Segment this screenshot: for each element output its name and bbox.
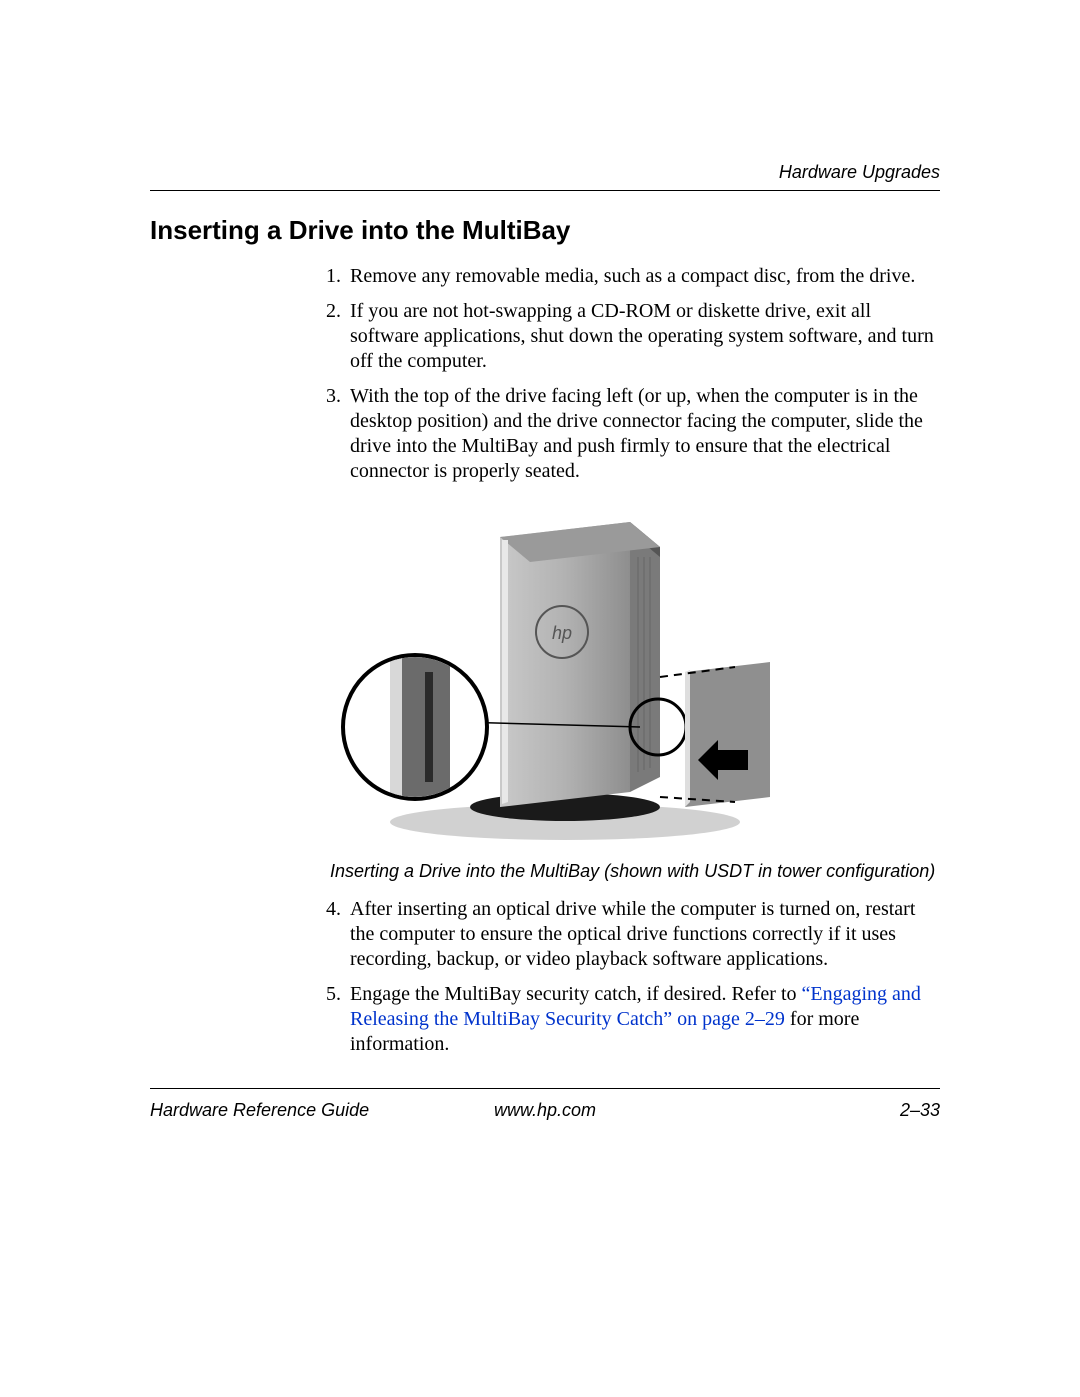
footer-page-number: 2–33 xyxy=(900,1100,940,1121)
figure-illustration: hp xyxy=(330,502,800,852)
step-item: 2. If you are not hot-swapping a CD-ROM … xyxy=(350,299,940,374)
footer-url: www.hp.com xyxy=(494,1100,596,1121)
footer-guide-title: Hardware Reference Guide xyxy=(150,1100,369,1120)
footer-rule xyxy=(150,1088,940,1089)
step-text: If you are not hot-swapping a CD-ROM or … xyxy=(350,300,934,372)
step-item: 5. Engage the MultiBay security catch, i… xyxy=(350,982,940,1057)
step-number: 5. xyxy=(326,982,341,1007)
step-number: 4. xyxy=(326,897,341,922)
step-text: Remove any removable media, such as a co… xyxy=(350,265,915,287)
step-number: 2. xyxy=(326,299,341,324)
hp-logo-text: hp xyxy=(552,623,572,643)
document-page: Hardware Upgrades Inserting a Drive into… xyxy=(0,0,1080,1397)
step-list: 1. Remove any removable media, such as a… xyxy=(150,264,940,484)
figure-caption: Inserting a Drive into the MultiBay (sho… xyxy=(330,860,940,883)
step-list-continued: 4. After inserting an optical drive whil… xyxy=(150,897,940,1057)
section-title: Inserting a Drive into the MultiBay xyxy=(150,215,940,246)
step-item: 1. Remove any removable media, such as a… xyxy=(350,264,940,289)
step-number: 1. xyxy=(326,264,341,289)
running-head: Hardware Upgrades xyxy=(779,162,940,183)
page-content: Inserting a Drive into the MultiBay 1. R… xyxy=(150,215,940,1067)
step-text: Engage the MultiBay security catch, if d… xyxy=(350,983,802,1005)
page-footer: Hardware Reference Guide www.hp.com 2–33 xyxy=(150,1100,940,1121)
step-text: After inserting an optical drive while t… xyxy=(350,898,915,970)
header-rule xyxy=(150,190,940,191)
step-text: With the top of the drive facing left (o… xyxy=(350,385,923,482)
step-item: 3. With the top of the drive facing left… xyxy=(350,384,940,484)
step-item: 4. After inserting an optical drive whil… xyxy=(350,897,940,972)
step-number: 3. xyxy=(326,384,341,409)
multibay-illustration-icon: hp xyxy=(330,502,800,852)
